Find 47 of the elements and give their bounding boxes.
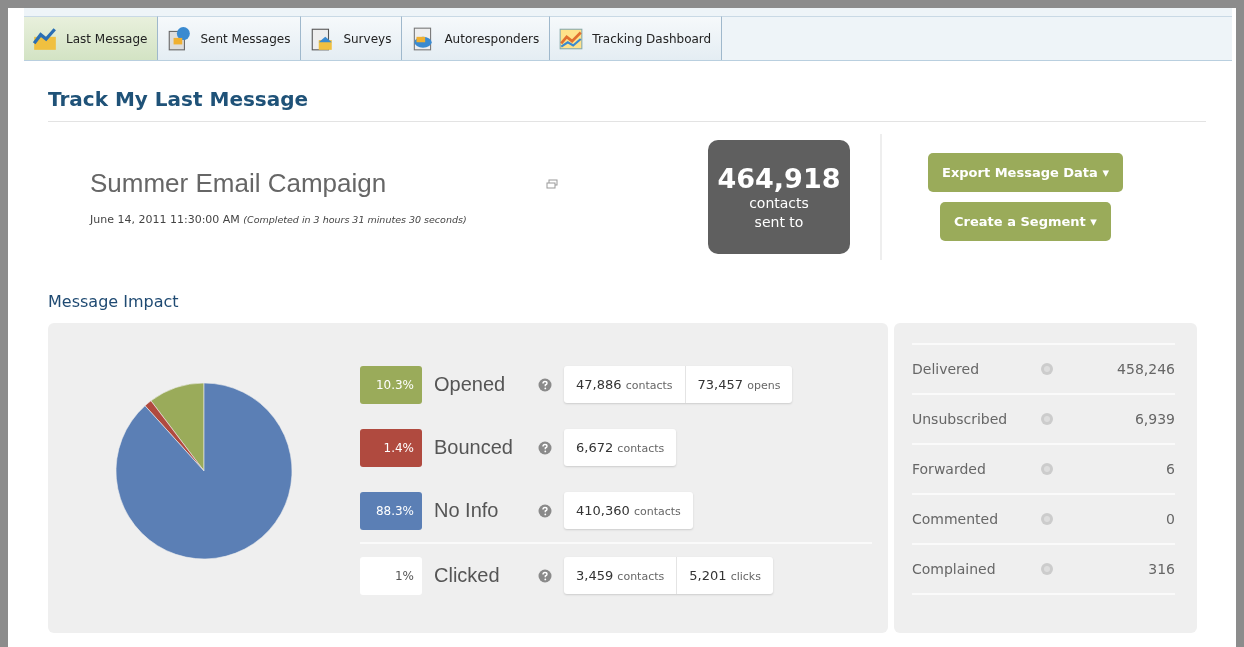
page-title: Track My Last Message <box>48 61 1206 122</box>
stat-value: 458,246 <box>1116 361 1175 377</box>
metric-label: Clicked <box>433 564 501 587</box>
help-icon[interactable] <box>538 377 552 392</box>
metric-label: Bounced <box>433 436 514 459</box>
tab[interactable]: Surveys <box>301 16 403 60</box>
help-icon[interactable] <box>1040 362 1054 376</box>
count-label: 73,457 opens <box>696 376 782 394</box>
percent-badge: 1% <box>360 556 422 595</box>
stat-label: Forwarded <box>912 461 987 477</box>
count-label: 410,360 contacts <box>575 502 682 520</box>
tab[interactable]: Autoresponders <box>402 16 551 60</box>
percent-badge: 1.4% <box>360 428 422 467</box>
help-icon[interactable] <box>1040 562 1054 576</box>
sent-count: 464,918 <box>717 163 841 195</box>
percent-badge: 88.3% <box>360 491 422 530</box>
stat-value: 316 <box>1147 561 1175 577</box>
notebook-icon <box>166 25 193 52</box>
tab[interactable]: Sent Messages <box>158 16 302 60</box>
tab[interactable]: Last Message <box>24 16 159 60</box>
stat-value: 6 <box>1165 461 1175 477</box>
stat-label: Unsubscribed <box>912 411 1009 427</box>
sent-label: contacts sent to <box>748 194 810 231</box>
metric-label: Opened <box>433 373 507 396</box>
tab[interactable]: Tracking Dashboard <box>550 16 723 60</box>
stat-value: 6,939 <box>1133 411 1175 427</box>
stat-label: Delivered <box>912 361 981 377</box>
help-icon[interactable] <box>1040 462 1054 476</box>
help-icon[interactable] <box>1040 412 1054 426</box>
count-label: 5,201 clicks <box>688 567 762 585</box>
count-label: 47,886 contacts <box>564 366 686 403</box>
popup-icon[interactable] <box>546 178 559 189</box>
section-title: Message Impact <box>48 292 180 311</box>
stat-value: 0 <box>1165 511 1175 527</box>
percent-badge: 10.3% <box>360 365 422 404</box>
stat-label: Commented <box>912 511 1000 527</box>
campaign-date: June 14, 2011 11:30:00 AM (Completed in 3 hours 31 minutes 30 seconds) <box>90 213 468 226</box>
help-icon[interactable] <box>538 440 552 455</box>
count-label: 3,459 contacts <box>564 557 678 594</box>
help-icon[interactable] <box>538 503 552 518</box>
count-label: 6,672 contacts <box>575 439 666 457</box>
chart-icon <box>32 25 58 52</box>
campaign-name: Summer Email Campaign <box>90 168 387 199</box>
help-icon[interactable] <box>538 568 552 583</box>
help-icon[interactable] <box>1040 512 1054 526</box>
stat-label: Complained <box>912 561 997 577</box>
metric-label: No Info <box>433 499 500 522</box>
